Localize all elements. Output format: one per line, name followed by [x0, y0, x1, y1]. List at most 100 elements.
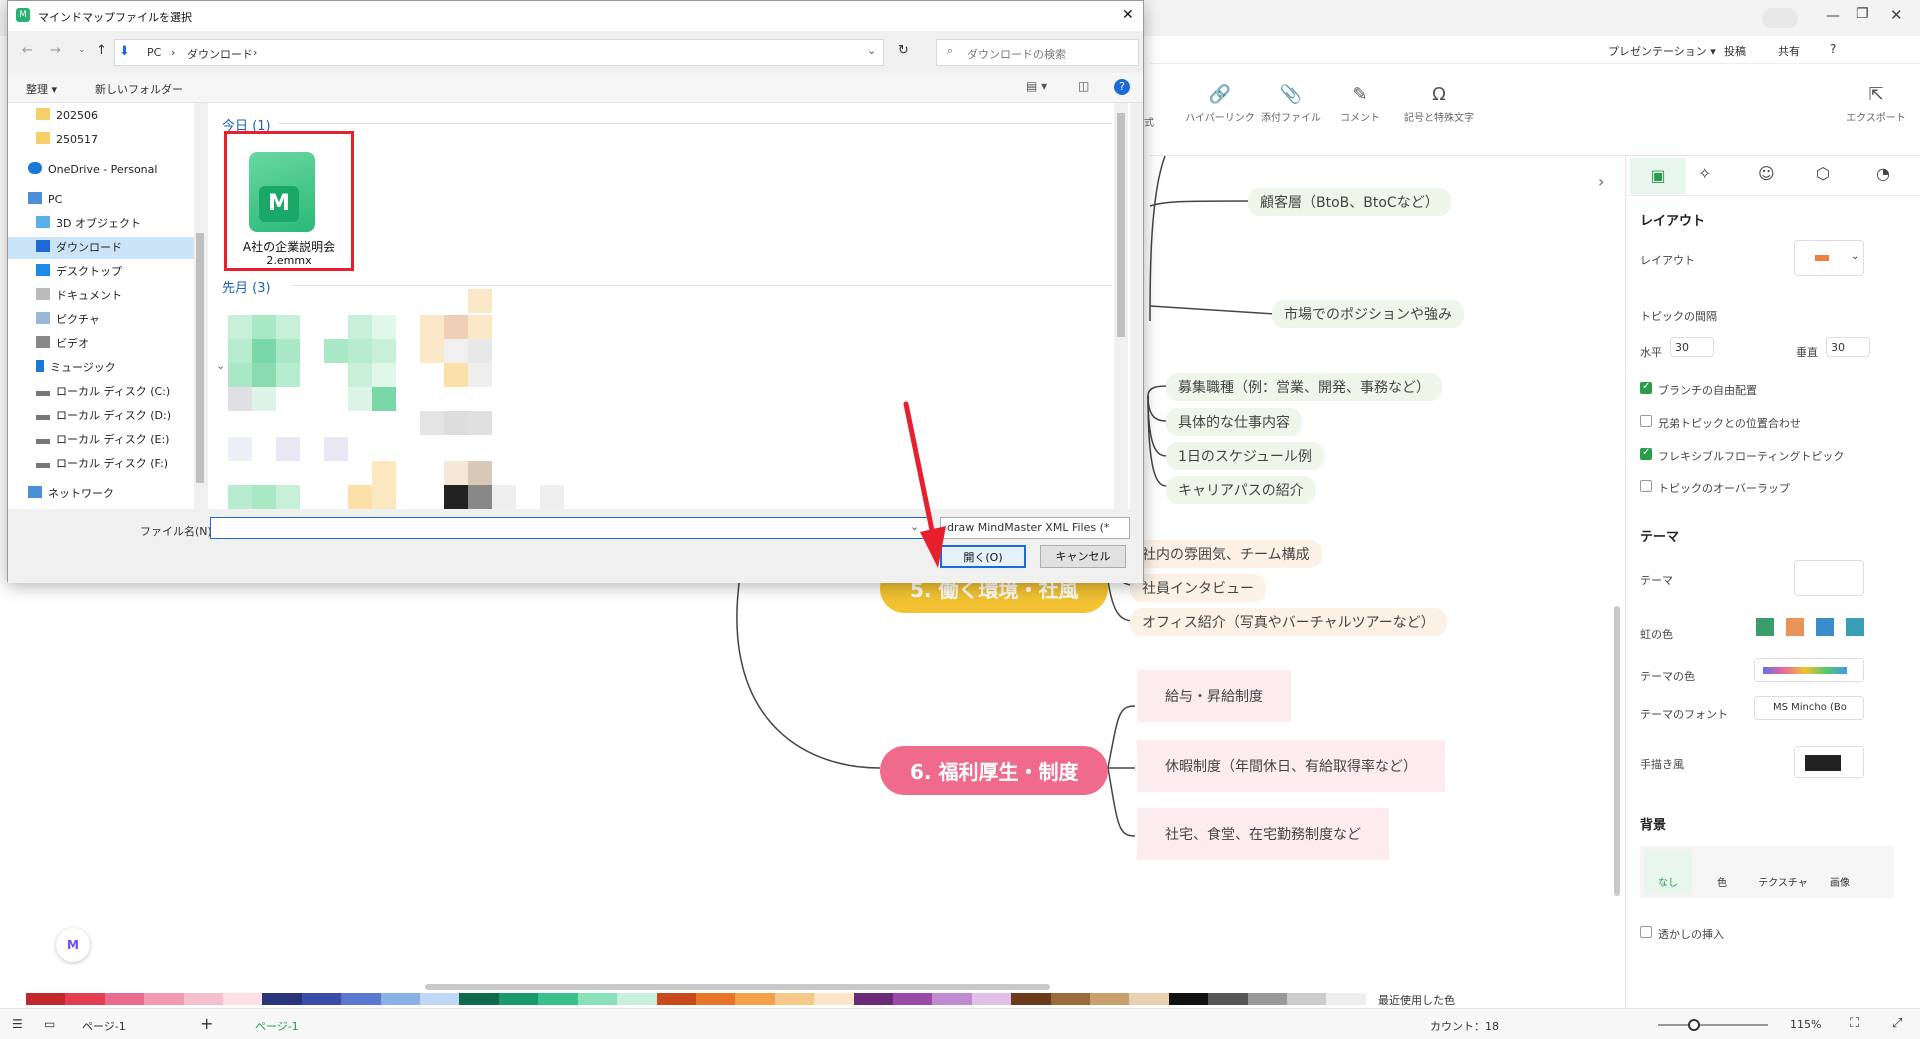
nav-item-drive-f[interactable]: ローカル ディスク (F:): [36, 453, 218, 475]
node-interview[interactable]: 社員インタビュー: [1130, 574, 1266, 602]
vertical-stepper[interactable]: 30: [1826, 337, 1870, 357]
up-arrow-icon[interactable]: ↑: [96, 43, 107, 58]
bg-texture-option[interactable]: テクスチャ: [1758, 874, 1808, 889]
theme-color-dropdown[interactable]: [1754, 658, 1864, 682]
help-circle-icon[interactable]: ?: [1114, 79, 1130, 95]
attachment-button[interactable]: 📎 添付ファイル: [1251, 84, 1331, 124]
refresh-icon[interactable]: ↻: [898, 43, 909, 58]
hyperlink-button[interactable]: 🔗 ハイパーリンク: [1180, 84, 1260, 124]
symbol-button[interactable]: Ω 記号と特殊文字: [1394, 84, 1484, 124]
nav-item-desktop[interactable]: デスクトップ: [36, 261, 218, 283]
vertical-scrollbar[interactable]: [1614, 606, 1620, 896]
back-arrow-icon[interactable]: ←: [22, 43, 33, 58]
bg-image-option[interactable]: 画像: [1820, 874, 1860, 889]
breadcrumb-download[interactable]: ダウンロード: [187, 46, 253, 62]
main-topic-6[interactable]: 6. 福利厚生・制度: [880, 746, 1109, 795]
export-button[interactable]: ⇱ エクスポート: [1836, 84, 1916, 124]
avatar[interactable]: [1762, 8, 1798, 28]
minimize-icon[interactable]: —: [1826, 8, 1840, 24]
overlap-checkbox[interactable]: [1640, 480, 1652, 492]
style-tab-icon[interactable]: ⬡: [1816, 164, 1830, 183]
fullscreen-icon[interactable]: ⤢: [1892, 1016, 1902, 1031]
nav-item-videos[interactable]: ビデオ: [36, 333, 218, 355]
bg-none-option[interactable]: なし: [1644, 850, 1692, 894]
free-branch-checkbox[interactable]: [1640, 381, 1652, 394]
nav-item-drive-e[interactable]: ローカル ディスク (E:): [36, 429, 218, 451]
nav-item-download[interactable]: ダウンロード: [8, 237, 198, 259]
blurred-files[interactable]: [228, 289, 568, 509]
comment-button[interactable]: ✎ コメント: [1320, 84, 1400, 124]
horizontal-stepper[interactable]: 30: [1670, 337, 1714, 357]
presentation-icon[interactable]: ▭: [44, 1017, 55, 1031]
node-housing[interactable]: 社宅、食堂、在宅勤務制度など: [1137, 808, 1389, 860]
close-app-icon[interactable]: ✕: [1890, 6, 1903, 24]
help-icon[interactable]: ?: [1830, 42, 1836, 56]
nav-item-onedrive[interactable]: OneDrive - Personal: [28, 159, 210, 181]
file-scrollbar[interactable]: [1114, 103, 1128, 509]
node-career[interactable]: キャリアパスの紹介: [1166, 476, 1316, 504]
cancel-button[interactable]: キャンセル: [1040, 545, 1126, 568]
node-market[interactable]: 市場でのポジションや強み: [1272, 300, 1464, 328]
page-selector[interactable]: ページ-1: [82, 1018, 126, 1034]
node-job-content[interactable]: 具体的な仕事内容: [1166, 408, 1302, 436]
layout-tab-icon[interactable]: ▣: [1630, 158, 1686, 194]
nav-item-drive-c[interactable]: ローカル ディスク (C:): [36, 381, 218, 403]
restore-icon[interactable]: ❐: [1856, 6, 1869, 22]
breadcrumb-pc[interactable]: PC: [147, 46, 161, 59]
new-folder-button[interactable]: 新しいフォルダー: [95, 81, 183, 97]
page-tab[interactable]: ページ-1: [255, 1018, 299, 1034]
node-holiday[interactable]: 休暇制度（年間休日、有給取得率など）: [1137, 740, 1445, 792]
address-bar[interactable]: ⬇ PC › ダウンロード › ⌄: [114, 39, 884, 66]
rainbow-option-4[interactable]: [1846, 618, 1864, 636]
node-customer[interactable]: 顧客層（BtoB、BtoCなど）: [1248, 188, 1451, 216]
theme-dropdown[interactable]: [1794, 560, 1864, 596]
chevron-right-icon[interactable]: ›: [1598, 172, 1604, 191]
zoom-level[interactable]: 115%: [1790, 1018, 1821, 1031]
outline-icon[interactable]: ☰: [12, 1017, 23, 1031]
preview-pane-icon[interactable]: ◫: [1078, 79, 1089, 93]
presentation-button[interactable]: プレゼンテーション ▾: [1608, 43, 1716, 59]
color-palette[interactable]: [26, 993, 1366, 1005]
layout-dropdown[interactable]: ⌄: [1794, 240, 1864, 276]
add-page-icon[interactable]: +: [200, 1014, 213, 1033]
nav-item-pictures[interactable]: ピクチャ: [36, 309, 218, 331]
fit-screen-icon[interactable]: ⛶: [1850, 1016, 1859, 1031]
nav-item-202506[interactable]: 202506: [36, 105, 218, 127]
node-office[interactable]: オフィス紹介（写真やバーチャルツアーなど）: [1130, 608, 1447, 636]
theme-font-dropdown[interactable]: MS Mincho (Bo: [1754, 696, 1864, 720]
bg-color-option[interactable]: 色: [1702, 874, 1742, 889]
nav-item-documents[interactable]: ドキュメント: [36, 285, 218, 307]
node-atmosphere[interactable]: 社内の雰囲気、チーム構成: [1130, 540, 1322, 568]
nav-scrollbar[interactable]: [194, 103, 206, 509]
history-tab-icon[interactable]: ◔: [1876, 164, 1890, 183]
nav-item-network[interactable]: ネットワーク: [28, 483, 210, 505]
zoom-slider[interactable]: [1658, 1019, 1768, 1031]
zoom-handle[interactable]: [1688, 1019, 1700, 1031]
rainbow-option-3[interactable]: [1816, 618, 1834, 636]
open-button[interactable]: 開く(O): [940, 545, 1026, 568]
search-input[interactable]: ダウンロードの検索: [967, 46, 1066, 62]
forward-arrow-icon[interactable]: →: [50, 43, 61, 58]
view-options-icon[interactable]: ▤ ▾: [1026, 79, 1047, 93]
node-schedule[interactable]: 1日のスケジュール例: [1166, 442, 1324, 470]
filename-input[interactable]: [210, 517, 932, 539]
nav-item-drive-d[interactable]: ローカル ディスク (D:): [36, 405, 218, 427]
nav-scroll-thumb[interactable]: [196, 233, 204, 483]
organize-button[interactable]: 整理 ▾: [26, 81, 57, 97]
ai-tab-icon[interactable]: ✧: [1698, 164, 1711, 183]
history-chevron-icon[interactable]: ⌄: [78, 45, 86, 55]
sticker-tab-icon[interactable]: ☺: [1758, 164, 1775, 183]
horizontal-scrollbar[interactable]: [425, 984, 1050, 990]
flexible-floating-checkbox[interactable]: [1640, 447, 1652, 460]
group-collapse-icon[interactable]: ⌄: [216, 359, 225, 372]
ai-assistant-icon[interactable]: M: [56, 928, 90, 962]
nav-item-music[interactable]: ミュージック: [36, 357, 218, 379]
node-job-types[interactable]: 募集職種（例：営業、開発、事務など）: [1166, 373, 1442, 401]
share-button[interactable]: 共有: [1778, 43, 1800, 59]
file-scroll-thumb[interactable]: [1117, 113, 1125, 337]
watermark-checkbox[interactable]: [1640, 926, 1652, 938]
rainbow-option-2[interactable]: [1786, 618, 1804, 636]
dialog-close-icon[interactable]: ✕: [1122, 7, 1134, 23]
sibling-align-checkbox[interactable]: [1640, 415, 1652, 427]
nav-item-3d[interactable]: 3D オブジェクト: [36, 213, 218, 235]
